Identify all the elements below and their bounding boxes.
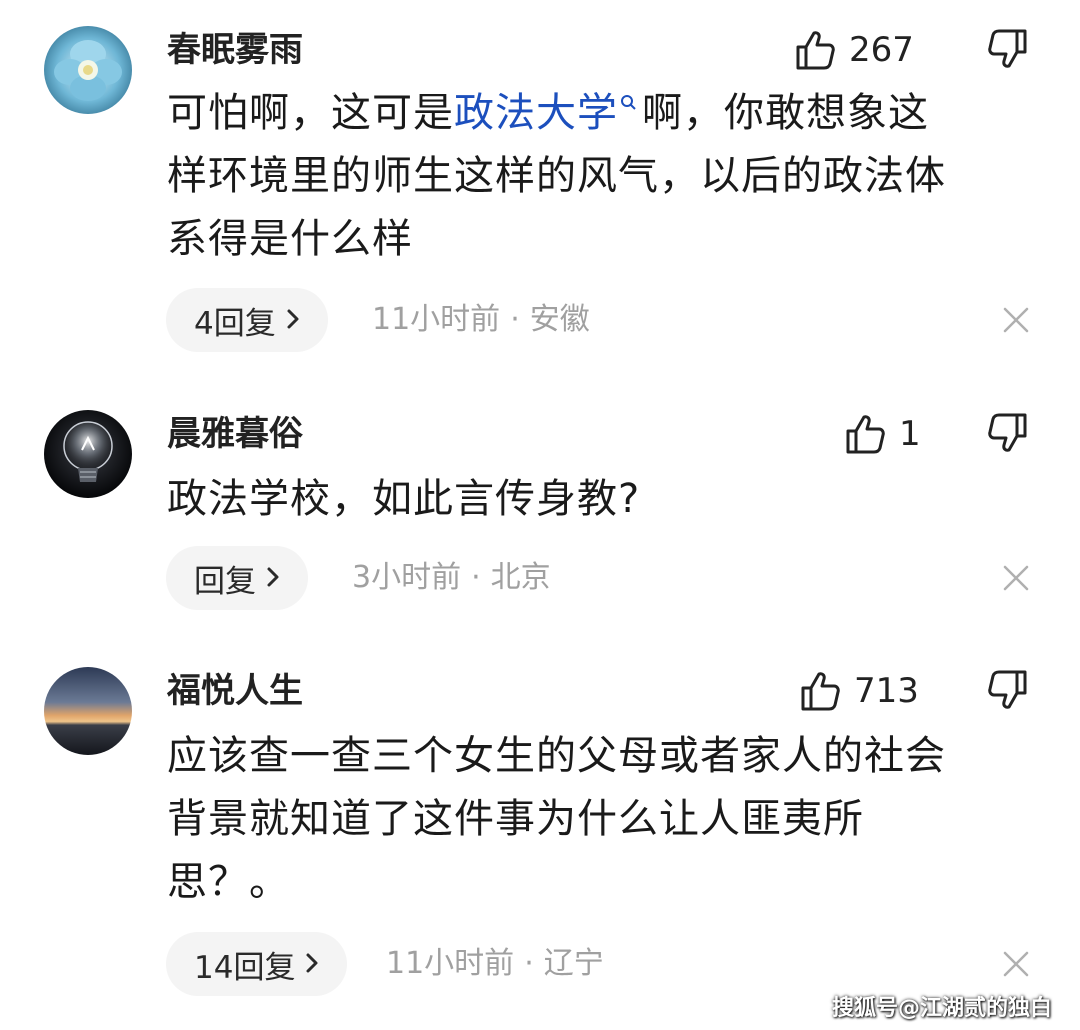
like-count: 713 — [854, 671, 919, 711]
comment-text-line: 政法学校，如此言传身教? — [167, 476, 641, 522]
thumbs-down-icon[interactable] — [988, 412, 1028, 454]
search-icon[interactable] — [620, 66, 636, 129]
comment-text-line: 系得是什么样 — [167, 216, 413, 262]
reply-button[interactable]: 4回复 — [166, 288, 328, 352]
like-count: 267 — [849, 30, 914, 70]
username[interactable]: 春眠雾雨 — [167, 30, 303, 70]
sunset-avatar-image — [44, 667, 132, 755]
like-button[interactable]: 713 — [800, 669, 919, 713]
thumbs-up-icon — [800, 670, 840, 712]
meta-separator: · — [510, 302, 520, 337]
like-button[interactable]: 267 — [795, 28, 914, 72]
reply-button[interactable]: 回复 — [166, 546, 308, 610]
comment-text: 应该查一查三个女生的父母或者家人的社会 背景就知道了这件事为什么让人匪夷所 思？… — [167, 725, 1017, 914]
reply-button[interactable]: 14回复 — [166, 932, 348, 996]
comment-text-line: 样环境里的师生这样的风气，以后的政法体 — [167, 153, 946, 199]
comment-text-line: 应该查一查三个女生的父母或者家人的社会 — [167, 733, 946, 779]
flower-avatar-image — [44, 26, 132, 114]
thumbs-down-icon[interactable] — [988, 669, 1028, 711]
avatar[interactable] — [44, 410, 132, 498]
comment-text-segment: 可怕啊，这可是 — [167, 90, 454, 136]
thumbs-down-icon[interactable] — [988, 28, 1028, 70]
comment-text: 可怕啊，这可是政法大学 啊，你敢想象这 样环境里的师生这样的风气，以后的政法体 系… — [167, 82, 1017, 271]
avatar[interactable] — [44, 26, 132, 114]
watermark: 搜狐号@江湖贰的独白 — [831, 996, 1052, 1021]
meta-separator: · — [471, 560, 481, 595]
comment-footer: 4回复 11小时前 · 安徽 — [0, 288, 1080, 352]
location: 北京 — [490, 560, 551, 595]
reply-label: 4回复 — [194, 305, 276, 342]
comment-meta: 3小时前 · 北京 — [352, 546, 551, 610]
username[interactable]: 福悦人生 — [167, 671, 303, 711]
reply-label: 14回复 — [194, 949, 296, 986]
chevron-right-icon — [266, 560, 280, 596]
thumbs-up-icon — [845, 413, 885, 455]
timestamp: 11小时前 — [386, 946, 515, 981]
thumbs-up-icon — [795, 29, 835, 71]
close-icon[interactable] — [1002, 950, 1030, 982]
chevron-right-icon — [305, 946, 319, 982]
comment-text: 政法学校，如此言传身教? — [167, 468, 1017, 531]
like-count: 1 — [899, 414, 921, 454]
lightbulb-avatar-image — [44, 410, 132, 498]
chevron-right-icon — [286, 302, 300, 338]
comment-footer: 14回复 11小时前 · 辽宁 — [0, 932, 1080, 996]
timestamp: 11小时前 — [372, 302, 501, 337]
location: 安徽 — [529, 302, 590, 337]
close-icon[interactable] — [1002, 306, 1030, 338]
comment-text-line: 思？。 — [167, 859, 290, 905]
comment-meta: 11小时前 · 安徽 — [372, 288, 590, 352]
comment-footer: 回复 3小时前 · 北京 — [0, 546, 1080, 610]
avatar[interactable] — [44, 667, 132, 755]
close-icon[interactable] — [1002, 564, 1030, 596]
username[interactable]: 晨雅暮俗 — [167, 414, 303, 454]
comment-text-segment: 啊，你敢想象这 — [642, 90, 929, 136]
timestamp: 3小时前 — [352, 560, 462, 595]
comment-text-line: 背景就知道了这件事为什么让人匪夷所 — [167, 796, 864, 842]
like-button[interactable]: 1 — [845, 412, 921, 456]
meta-separator: · — [524, 946, 534, 981]
reply-label: 回复 — [194, 563, 256, 600]
comment-meta: 11小时前 · 辽宁 — [386, 932, 604, 996]
search-link[interactable]: 政法大学 — [454, 90, 618, 136]
location: 辽宁 — [543, 946, 604, 981]
